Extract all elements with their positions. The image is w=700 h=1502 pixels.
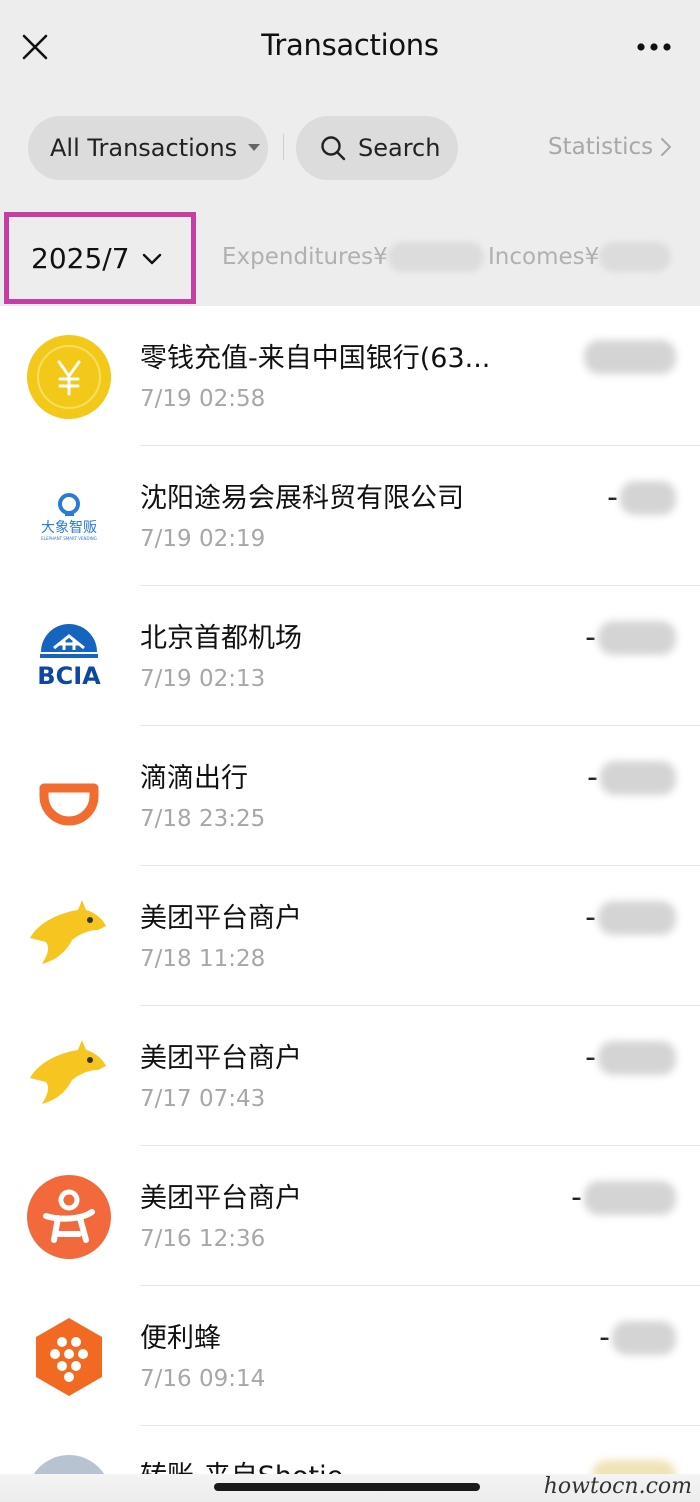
statistics-label: Statistics	[548, 134, 654, 160]
transaction-name: 美团平台商户	[140, 1183, 302, 1214]
watermark: howtocn.com	[543, 1474, 692, 1499]
meituan-kangaroo-icon	[26, 894, 112, 980]
header-bar: Transactions	[0, 0, 700, 96]
bcia-logo-icon: BCIA	[26, 614, 112, 700]
yuan-coin-icon	[26, 334, 112, 420]
caret-down-icon	[248, 144, 261, 151]
transaction-name: 美团平台商户	[140, 903, 302, 934]
transaction-row[interactable]: 零钱充值-来自中国银行(63... 7/19 02:58	[0, 306, 700, 446]
all-transactions-dropdown[interactable]: All Transactions	[28, 116, 268, 180]
transaction-name: 零钱充值-来自中国银行(63...	[140, 343, 491, 374]
transaction-time: 7/18 23:25	[140, 806, 266, 832]
amount-blurred	[584, 1180, 676, 1215]
amount-sign: -	[585, 900, 596, 935]
transaction-row[interactable]: 美团平台商户 7/16 12:36 -	[0, 1146, 700, 1286]
transaction-row[interactable]: 大象智贩 ELEPHANT SMART VENDING 沈阳途易会展科贸有限公司…	[0, 446, 700, 586]
transaction-amount: -	[585, 900, 676, 935]
month-label: 2025/7	[31, 241, 130, 275]
transaction-amount: -	[585, 1040, 676, 1075]
transaction-amount: -	[607, 480, 676, 515]
amount-blurred	[598, 1040, 676, 1075]
amount-sign: -	[607, 480, 618, 515]
amount-blurred	[584, 340, 676, 374]
svg-text:BCIA: BCIA	[37, 662, 101, 690]
filter-bar: All Transactions Search Statistics	[0, 96, 700, 208]
month-selector[interactable]: 2025/7	[4, 212, 196, 304]
transaction-amount: -	[587, 760, 676, 795]
transaction-name: 便利蜂	[140, 1323, 221, 1354]
meituan-kangaroo-icon	[26, 1034, 112, 1120]
bianlifeng-logo-icon	[26, 1314, 112, 1400]
transaction-time: 7/19 02:58	[140, 386, 266, 412]
transaction-time: 7/18 11:28	[140, 946, 266, 972]
svg-text:大象智贩: 大象智贩	[41, 520, 97, 536]
more-dots-icon	[637, 43, 671, 51]
amount-sign: -	[585, 1040, 596, 1075]
transaction-name: 北京首都机场	[140, 623, 302, 654]
transaction-time: 7/17 07:43	[140, 1086, 266, 1112]
transaction-time: 7/19 02:19	[140, 526, 266, 552]
incomes-label: Incomes¥	[488, 244, 600, 270]
amount-sign: -	[571, 1180, 582, 1215]
incomes-amount-blurred	[599, 242, 672, 272]
dianping-logo-icon	[26, 1174, 112, 1260]
chevron-down-icon	[142, 253, 161, 265]
more-options-button[interactable]	[626, 26, 682, 68]
daxiang-zhifan-logo-icon: 大象智贩 ELEPHANT SMART VENDING	[26, 474, 112, 560]
search-icon	[321, 136, 346, 161]
filter-divider	[283, 134, 284, 160]
chevron-right-icon	[661, 138, 672, 156]
expenditures-amount-blurred	[387, 242, 484, 272]
amount-blurred	[620, 480, 676, 515]
amount-sign: -	[585, 620, 596, 655]
statistics-link[interactable]: Statistics	[548, 134, 672, 160]
expenditures-label: Expenditures¥	[222, 244, 388, 270]
expenditures-summary: Expenditures¥	[222, 242, 484, 272]
transaction-name: 沈阳途易会展科贸有限公司	[140, 483, 464, 514]
page-title: Transactions	[261, 28, 439, 62]
month-summary-bar: 2025/7 Expenditures¥ Incomes¥	[0, 208, 700, 306]
transaction-time: 7/16 09:14	[140, 1366, 266, 1392]
transaction-list: 零钱充值-来自中国银行(63... 7/19 02:58 大象智贩 ELEPHA…	[0, 306, 700, 1502]
amount-sign: -	[587, 760, 598, 795]
transaction-row[interactable]: 美团平台商户 7/18 11:28 -	[0, 866, 700, 1006]
svg-text:ELEPHANT SMART VENDING: ELEPHANT SMART VENDING	[41, 536, 97, 541]
transaction-row[interactable]: 便利蜂 7/16 09:14 -	[0, 1286, 700, 1426]
transaction-amount: -	[571, 1180, 676, 1215]
home-indicator[interactable]	[214, 1483, 480, 1491]
transaction-time: 7/19 02:13	[140, 666, 266, 692]
search-button[interactable]: Search	[296, 116, 458, 180]
transaction-amount	[584, 340, 676, 374]
transaction-row[interactable]: 滴滴出行 7/18 23:25 -	[0, 726, 700, 866]
transaction-amount: -	[599, 1320, 676, 1355]
amount-sign: -	[599, 1320, 610, 1355]
transaction-time: 7/16 12:36	[140, 1226, 266, 1252]
transaction-row[interactable]: BCIA 北京首都机场 7/19 02:13 -	[0, 586, 700, 726]
amount-blurred	[598, 620, 676, 655]
transaction-name: 滴滴出行	[140, 763, 248, 794]
all-transactions-label: All Transactions	[50, 134, 238, 162]
amount-blurred	[612, 1320, 676, 1355]
search-label: Search	[358, 134, 441, 162]
transaction-row[interactable]: 美团平台商户 7/17 07:43 -	[0, 1006, 700, 1146]
transaction-name: 美团平台商户	[140, 1043, 302, 1074]
transaction-amount: -	[585, 620, 676, 655]
incomes-summary: Incomes¥	[488, 242, 672, 272]
amount-blurred	[598, 900, 676, 935]
didi-logo-icon	[26, 754, 112, 840]
amount-blurred	[600, 760, 676, 795]
